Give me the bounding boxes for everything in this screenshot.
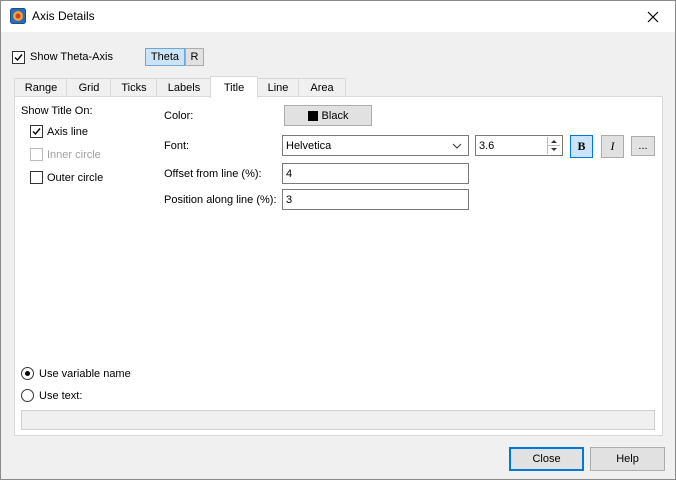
tab-title[interactable]: Title: [210, 76, 258, 98]
help-button[interactable]: Help: [590, 447, 665, 471]
axis-line-checkbox[interactable]: [30, 125, 43, 138]
inner-circle-label: Inner circle: [47, 149, 101, 161]
font-select[interactable]: Helvetica: [282, 135, 469, 156]
use-variable-name-radio[interactable]: [21, 367, 34, 380]
axis-details-dialog: Axis Details Show Theta-Axis Theta R Ran…: [0, 0, 676, 480]
theta-axis-button[interactable]: Theta: [145, 48, 185, 66]
show-axis-checkbox[interactable]: [12, 51, 25, 64]
axis-line-label: Axis line: [47, 126, 88, 138]
r-axis-button[interactable]: R: [185, 48, 204, 66]
title-bar: Axis Details: [1, 1, 675, 32]
show-axis-label: Show Theta-Axis: [30, 51, 113, 63]
color-value: Black: [321, 109, 349, 122]
bold-toggle[interactable]: B: [570, 135, 593, 158]
tab-grid[interactable]: Grid: [66, 78, 112, 97]
use-variable-name-label: Use variable name: [39, 368, 131, 380]
font-size-value: 3.6: [479, 139, 495, 152]
inner-circle-checkbox: [30, 148, 43, 161]
chevron-down-icon: [452, 141, 462, 153]
tab-range[interactable]: Range: [14, 78, 68, 97]
offset-input[interactable]: 4: [282, 163, 469, 184]
outer-circle-label: Outer circle: [47, 172, 104, 184]
offset-value: 4: [286, 167, 293, 180]
window-title: Axis Details: [32, 9, 95, 23]
use-text-label: Use text:: [39, 390, 83, 402]
color-button[interactable]: Black: [284, 105, 372, 126]
show-title-on-label: Show Title On:: [21, 105, 93, 117]
spinner-arrows-icon[interactable]: [547, 137, 560, 154]
more-font-options-button[interactable]: ...: [631, 136, 655, 156]
position-input[interactable]: 3: [282, 189, 469, 210]
position-value: 3: [286, 193, 293, 206]
outer-circle-checkbox[interactable]: [30, 171, 43, 184]
tab-area[interactable]: Area: [298, 78, 346, 97]
font-size-spinner[interactable]: 3.6: [475, 135, 563, 156]
color-swatch: [307, 110, 318, 121]
font-label: Font:: [164, 140, 190, 152]
tab-labels[interactable]: Labels: [156, 78, 212, 97]
color-label: Color:: [164, 110, 194, 122]
tab-ticks[interactable]: Ticks: [110, 78, 158, 97]
app-icon: [10, 8, 26, 24]
font-value: Helvetica: [286, 139, 332, 152]
close-icon[interactable]: [631, 1, 675, 32]
position-label: Position along line (%):: [164, 194, 277, 206]
tab-line[interactable]: Line: [256, 78, 300, 97]
italic-toggle[interactable]: I: [601, 135, 624, 158]
close-button[interactable]: Close: [509, 447, 584, 471]
offset-label: Offset from line (%):: [164, 168, 262, 180]
use-text-radio[interactable]: [21, 389, 34, 402]
use-text-input: [21, 410, 655, 430]
